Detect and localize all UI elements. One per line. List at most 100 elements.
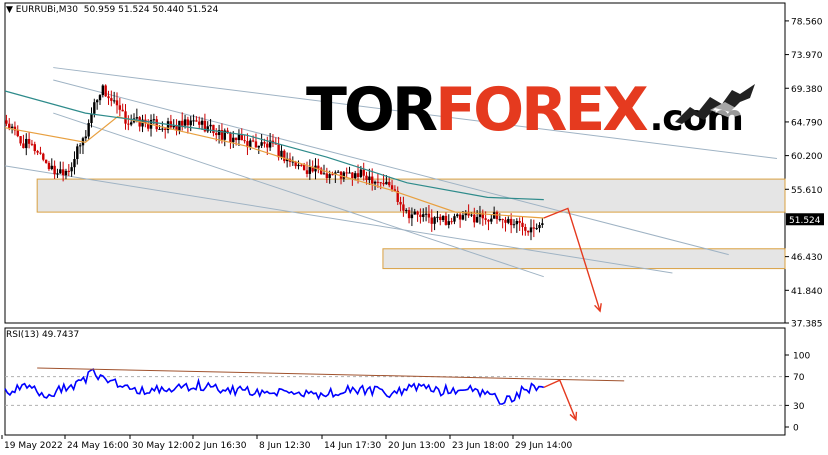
candle-body bbox=[348, 172, 351, 174]
candle-body bbox=[473, 214, 476, 223]
candle-body bbox=[492, 212, 496, 219]
candle-body bbox=[439, 216, 442, 221]
candle-body bbox=[526, 230, 530, 233]
candle-body bbox=[36, 151, 39, 153]
candle-body bbox=[107, 96, 110, 99]
candle-body bbox=[33, 144, 36, 152]
candle-body bbox=[416, 211, 419, 215]
candle-body bbox=[325, 173, 329, 179]
candle-body bbox=[84, 136, 88, 139]
candle-body bbox=[237, 134, 241, 141]
candle-body bbox=[172, 125, 175, 128]
candle-body bbox=[263, 142, 266, 144]
candle-body bbox=[461, 215, 465, 220]
candle-body bbox=[249, 140, 252, 148]
candle-body bbox=[152, 119, 156, 121]
chart-canvas: 51.524 78.560 73.970 69.380 64.790 60.200 55.6… bbox=[1, 2, 824, 451]
rsi-tick-label: 0 bbox=[793, 424, 799, 434]
candle-body bbox=[331, 174, 334, 176]
candle-body bbox=[280, 150, 283, 158]
candle-body bbox=[234, 137, 238, 141]
candle-body bbox=[518, 220, 521, 223]
time-tick-label: 20 Jun 13:00 bbox=[388, 441, 445, 451]
price-panel bbox=[4, 2, 786, 324]
candle-body bbox=[336, 171, 340, 173]
candle-body bbox=[379, 182, 382, 184]
candle-body bbox=[470, 214, 473, 216]
candle-body bbox=[509, 218, 513, 226]
candle-body bbox=[78, 145, 82, 147]
candle-body bbox=[371, 176, 374, 184]
ohlc-values: 50.959 51.524 50.440 51.524 bbox=[83, 5, 219, 15]
candle-body bbox=[95, 100, 99, 103]
candle-body bbox=[181, 120, 184, 126]
candle-body bbox=[484, 218, 487, 220]
candle-body bbox=[297, 164, 300, 167]
candle-body bbox=[260, 142, 263, 146]
candle-body bbox=[257, 145, 260, 148]
candle-body bbox=[16, 130, 19, 137]
candle-body bbox=[192, 120, 195, 122]
candle-body bbox=[436, 216, 439, 218]
candle-body bbox=[283, 150, 286, 162]
candle-body bbox=[10, 126, 14, 128]
candle-body bbox=[198, 121, 201, 125]
candle-body bbox=[101, 85, 105, 96]
candle-body bbox=[535, 228, 538, 230]
candle-body bbox=[161, 128, 164, 130]
candle-body bbox=[44, 159, 48, 163]
candle-body bbox=[90, 113, 93, 124]
price-tick-label: 37.385 bbox=[791, 320, 823, 330]
candle-body bbox=[512, 224, 516, 226]
candle-body bbox=[388, 181, 391, 186]
candle-body bbox=[495, 212, 499, 220]
dropdown-triangle-icon[interactable]: ▼ bbox=[6, 5, 13, 15]
candle-body bbox=[385, 181, 388, 185]
candle-body bbox=[53, 165, 56, 175]
candle-body bbox=[342, 172, 346, 179]
price-tick-label: 64.790 bbox=[791, 118, 823, 128]
candle-body bbox=[121, 109, 124, 112]
candle-body bbox=[410, 214, 414, 219]
candle-body bbox=[64, 170, 68, 176]
candle-body bbox=[441, 215, 445, 221]
candle-body bbox=[195, 120, 198, 122]
candle-body bbox=[450, 221, 453, 223]
candle-body bbox=[382, 182, 385, 185]
candle-body bbox=[70, 167, 73, 172]
candle-body bbox=[215, 133, 218, 136]
candle-body bbox=[266, 143, 269, 148]
rsi-panel-frame bbox=[4, 327, 786, 436]
candle-body bbox=[251, 140, 255, 142]
candle-body bbox=[112, 100, 116, 102]
candle-body bbox=[490, 218, 493, 222]
candle-body bbox=[200, 120, 204, 125]
candle-body bbox=[521, 222, 524, 227]
rsi-label: RSI(13) 49.7437 bbox=[6, 330, 80, 340]
candle-body bbox=[232, 137, 235, 143]
symbol-label: EURRUBi,M30 bbox=[15, 5, 78, 15]
candle-body bbox=[305, 170, 309, 174]
candle-body bbox=[328, 174, 331, 179]
price-tick-label: 46.430 bbox=[791, 253, 823, 263]
candle-body bbox=[390, 185, 394, 190]
price-panel-frame bbox=[4, 2, 786, 324]
candle-body bbox=[115, 100, 119, 106]
candle-body bbox=[56, 173, 59, 175]
candle-body bbox=[413, 211, 416, 215]
candle-body bbox=[507, 218, 510, 223]
time-tick-label: 24 May 16:00 bbox=[67, 441, 129, 451]
candle-body bbox=[498, 219, 502, 221]
candle-body bbox=[240, 134, 243, 141]
candle-body bbox=[444, 215, 448, 225]
candle-body bbox=[50, 165, 53, 170]
candle-body bbox=[104, 85, 107, 97]
candle-body bbox=[22, 143, 25, 149]
candle-body bbox=[368, 176, 371, 181]
candle-body bbox=[365, 175, 368, 181]
candle-body bbox=[430, 217, 433, 224]
time-tick-label: 14 Jun 17:30 bbox=[324, 441, 381, 451]
candle-body bbox=[433, 217, 436, 224]
candle-body bbox=[47, 162, 51, 170]
candle-body bbox=[362, 169, 365, 176]
